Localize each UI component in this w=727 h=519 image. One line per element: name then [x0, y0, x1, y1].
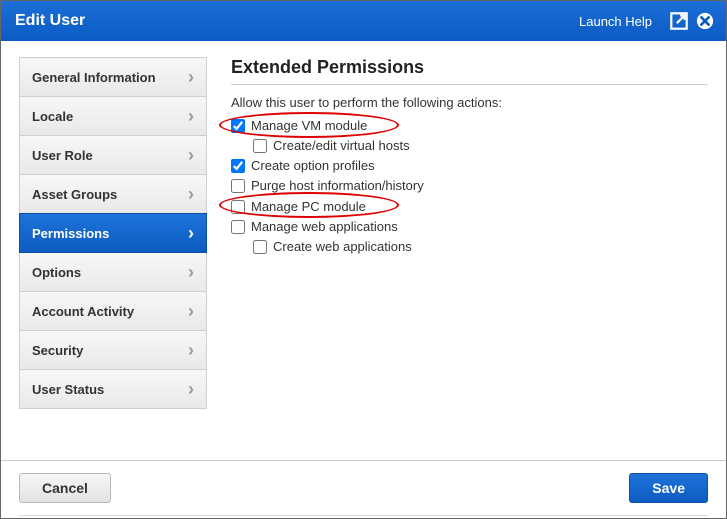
- sidebar-item-security[interactable]: Security ›: [19, 330, 207, 370]
- sidebar-item-user-role[interactable]: User Role ›: [19, 135, 207, 175]
- save-button[interactable]: Save: [629, 473, 708, 503]
- titlebar: Edit User Launch Help: [1, 1, 726, 41]
- sidebar-item-permissions[interactable]: Permissions ›: [19, 213, 207, 253]
- divider: [19, 515, 708, 516]
- permissions-list: Manage VM module Create/edit virtual hos…: [231, 116, 708, 257]
- popout-icon[interactable]: [668, 10, 690, 32]
- sidebar-item-label: Account Activity: [32, 304, 134, 319]
- section-description: Allow this user to perform the following…: [231, 95, 708, 110]
- sidebar-item-account-activity[interactable]: Account Activity ›: [19, 291, 207, 331]
- chevron-right-icon: ›: [188, 106, 194, 127]
- sidebar-item-label: User Status: [32, 382, 104, 397]
- sidebar-item-locale[interactable]: Locale ›: [19, 96, 207, 136]
- perm-label: Manage web applications: [251, 217, 398, 237]
- sidebar-item-asset-groups[interactable]: Asset Groups ›: [19, 174, 207, 214]
- perm-create-option-profiles: Create option profiles: [231, 156, 708, 176]
- perm-manage-pc-module: Manage PC module: [231, 197, 708, 217]
- close-icon[interactable]: [694, 10, 716, 32]
- sidebar-item-label: General Information: [32, 70, 156, 85]
- content-panel: Extended Permissions Allow this user to …: [231, 57, 708, 450]
- sidebar-item-label: Security: [32, 343, 83, 358]
- sidebar: General Information › Locale › User Role…: [19, 57, 207, 450]
- checkbox-create-web-apps[interactable]: [253, 240, 267, 254]
- chevron-right-icon: ›: [188, 262, 194, 283]
- perm-create-web-apps: Create web applications: [231, 237, 708, 257]
- checkbox-manage-pc-module[interactable]: [231, 200, 245, 214]
- perm-label: Create web applications: [273, 237, 412, 257]
- sidebar-item-user-status[interactable]: User Status ›: [19, 369, 207, 409]
- chevron-right-icon: ›: [188, 301, 194, 322]
- sidebar-item-label: Permissions: [32, 226, 109, 241]
- cancel-button[interactable]: Cancel: [19, 473, 111, 503]
- perm-label: Manage PC module: [251, 197, 366, 217]
- edit-user-dialog: Edit User Launch Help General Informatio…: [0, 0, 727, 519]
- checkbox-manage-vm-module[interactable]: [231, 119, 245, 133]
- chevron-right-icon: ›: [188, 340, 194, 361]
- section-title: Extended Permissions: [231, 57, 708, 85]
- sidebar-item-label: Asset Groups: [32, 187, 117, 202]
- checkbox-manage-web-apps[interactable]: [231, 220, 245, 234]
- launch-help-link[interactable]: Launch Help: [579, 14, 652, 29]
- checkbox-purge-host-info[interactable]: [231, 179, 245, 193]
- perm-label: Create option profiles: [251, 156, 375, 176]
- perm-label: Manage VM module: [251, 116, 367, 136]
- perm-label: Purge host information/history: [251, 176, 424, 196]
- perm-manage-vm-module: Manage VM module: [231, 116, 708, 136]
- checkbox-create-edit-virtual-hosts[interactable]: [253, 139, 267, 153]
- sidebar-item-label: Options: [32, 265, 81, 280]
- sidebar-item-options[interactable]: Options ›: [19, 252, 207, 292]
- chevron-right-icon: ›: [188, 223, 194, 244]
- dialog-title: Edit User: [15, 12, 85, 30]
- sidebar-item-general-information[interactable]: General Information ›: [19, 57, 207, 97]
- chevron-right-icon: ›: [188, 184, 194, 205]
- sidebar-item-label: Locale: [32, 109, 73, 124]
- perm-label: Create/edit virtual hosts: [273, 136, 410, 156]
- chevron-right-icon: ›: [188, 145, 194, 166]
- perm-purge-host-info: Purge host information/history: [231, 176, 708, 196]
- dialog-footer: Cancel Save: [1, 460, 726, 515]
- dialog-body: General Information › Locale › User Role…: [1, 41, 726, 460]
- perm-create-edit-virtual-hosts: Create/edit virtual hosts: [231, 136, 708, 156]
- sidebar-item-label: User Role: [32, 148, 93, 163]
- chevron-right-icon: ›: [188, 67, 194, 88]
- checkbox-create-option-profiles[interactable]: [231, 159, 245, 173]
- perm-manage-web-apps: Manage web applications: [231, 217, 708, 237]
- chevron-right-icon: ›: [188, 379, 194, 400]
